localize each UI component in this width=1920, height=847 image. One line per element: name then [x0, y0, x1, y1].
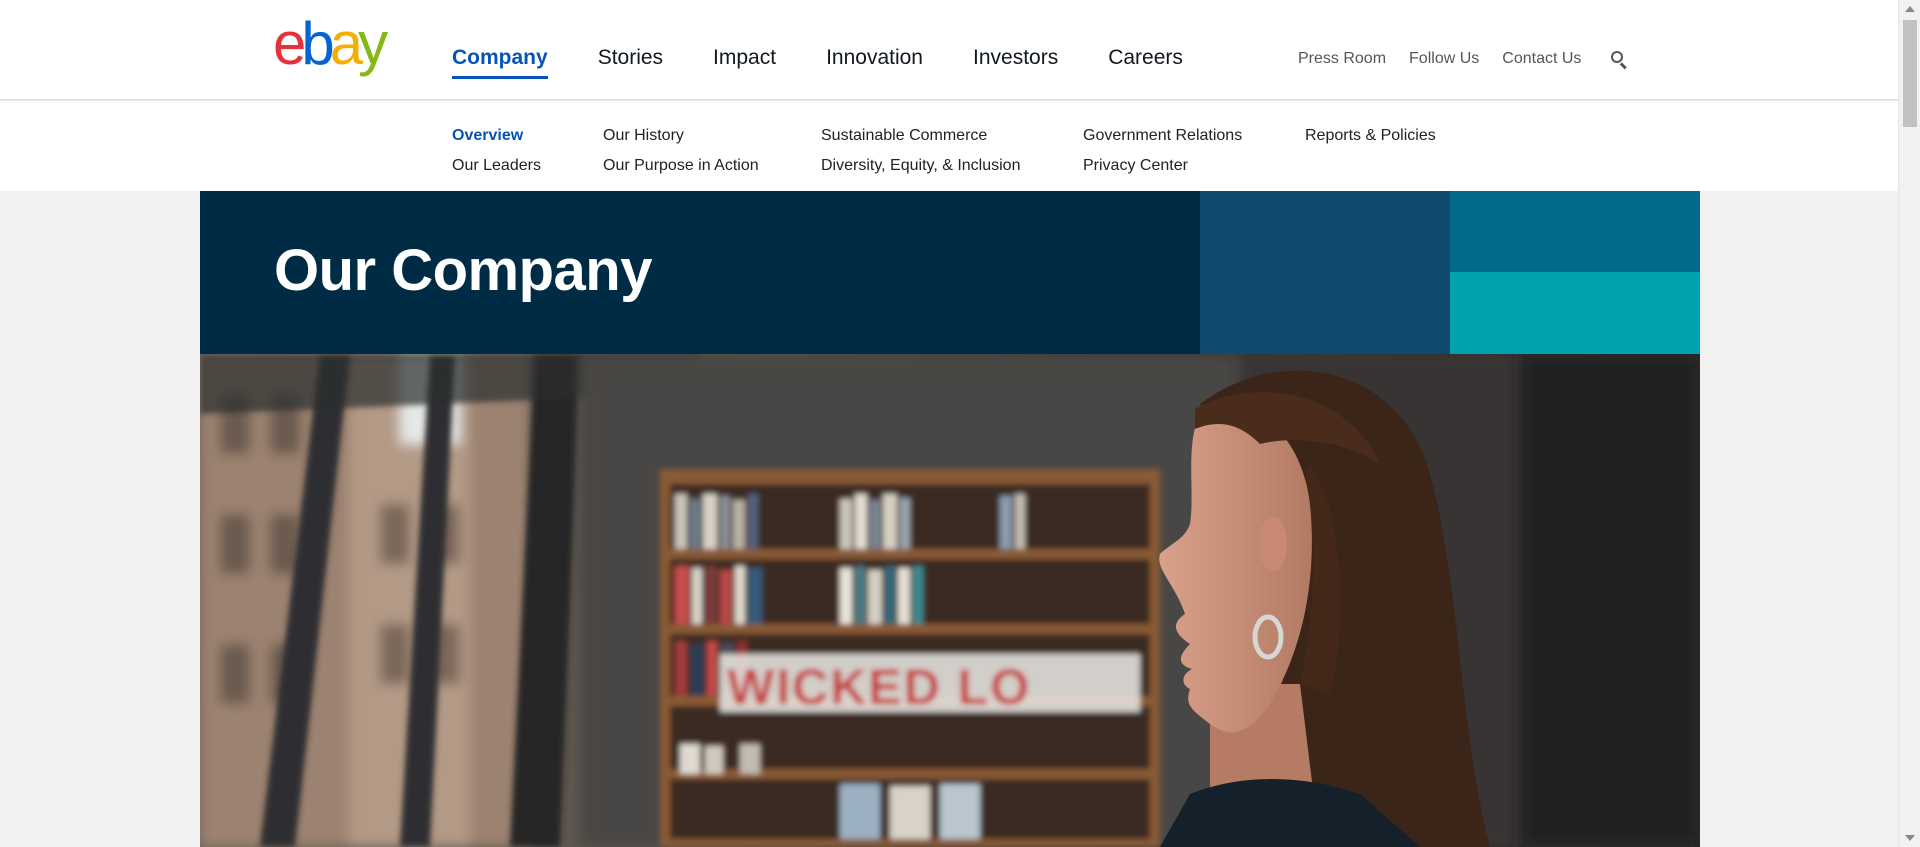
- page-title: Our Company: [274, 238, 653, 303]
- sub-nav-column: Overview Our Leaders: [452, 121, 541, 181]
- logo-letter-a: a: [329, 10, 363, 77]
- sub-nav-government-relations[interactable]: Government Relations: [1083, 121, 1242, 151]
- bookshelf: WICKED LO: [660, 469, 1160, 847]
- sub-nav-column: Sustainable Commerce Diversity, Equity, …: [821, 121, 1020, 181]
- sub-nav-column: Reports & Policies: [1305, 121, 1436, 151]
- company-sub-nav: Overview Our Leaders Our History Our Pur…: [0, 101, 1898, 191]
- sub-nav-sustainable-commerce[interactable]: Sustainable Commerce: [821, 121, 1020, 151]
- nav-company[interactable]: Company: [452, 44, 548, 79]
- sub-nav-reports-policies[interactable]: Reports & Policies: [1305, 121, 1436, 151]
- sub-nav-our-purpose[interactable]: Our Purpose in Action: [603, 151, 759, 181]
- nav-investors[interactable]: Investors: [973, 44, 1058, 78]
- main-nav: Company Stories Impact Innovation Invest…: [452, 44, 1233, 79]
- nav-innovation[interactable]: Innovation: [826, 44, 923, 78]
- logo-letter-y: y: [358, 10, 388, 77]
- press-room-link[interactable]: Press Room: [1298, 50, 1386, 68]
- ebay-logo[interactable]: ebay: [273, 10, 388, 77]
- nav-impact[interactable]: Impact: [713, 44, 776, 78]
- logo-letter-e: e: [273, 10, 306, 77]
- hero-decor-block: [1450, 272, 1700, 354]
- background-shadow: [1520, 354, 1700, 847]
- sub-nav-our-leaders[interactable]: Our Leaders: [452, 151, 541, 181]
- search-icon[interactable]: [1610, 50, 1628, 70]
- scrollbar-thumb[interactable]: [1903, 20, 1917, 127]
- sub-nav-column: Government Relations Privacy Center: [1083, 121, 1242, 181]
- contact-us-link[interactable]: Contact Us: [1502, 50, 1581, 68]
- sub-nav-our-history[interactable]: Our History: [603, 121, 759, 151]
- sub-nav-diversity[interactable]: Diversity, Equity, & Inclusion: [821, 151, 1020, 181]
- sub-nav-column: Our History Our Purpose in Action: [603, 121, 759, 181]
- page-scrollbar[interactable]: [1898, 0, 1920, 847]
- scroll-down-arrow-icon[interactable]: [1905, 835, 1915, 841]
- hero-photo: WICKED LO: [200, 354, 1700, 847]
- utility-nav: Press Room Follow Us Contact Us: [1298, 50, 1628, 70]
- hero-photo-illustration: WICKED LO: [200, 354, 1700, 847]
- nav-careers[interactable]: Careers: [1108, 44, 1183, 78]
- logo-letter-b: b: [301, 10, 334, 77]
- sub-nav-overview[interactable]: Overview: [452, 121, 541, 151]
- search-icon-handle: [1620, 62, 1628, 70]
- shop-sign-text: WICKED LO: [727, 659, 1031, 715]
- follow-us-link[interactable]: Follow Us: [1409, 50, 1479, 68]
- hero-banner: Our Company: [200, 191, 1700, 354]
- site-header: ebay Company Stories Impact Innovation I…: [0, 0, 1898, 100]
- scroll-up-arrow-icon[interactable]: [1905, 6, 1915, 12]
- person-ear: [1259, 516, 1287, 572]
- hero-decor-block: [1200, 191, 1450, 354]
- hero-decor-block: [1450, 191, 1700, 272]
- window-background: [200, 354, 530, 847]
- sub-nav-privacy-center[interactable]: Privacy Center: [1083, 151, 1242, 181]
- nav-stories[interactable]: Stories: [598, 44, 663, 78]
